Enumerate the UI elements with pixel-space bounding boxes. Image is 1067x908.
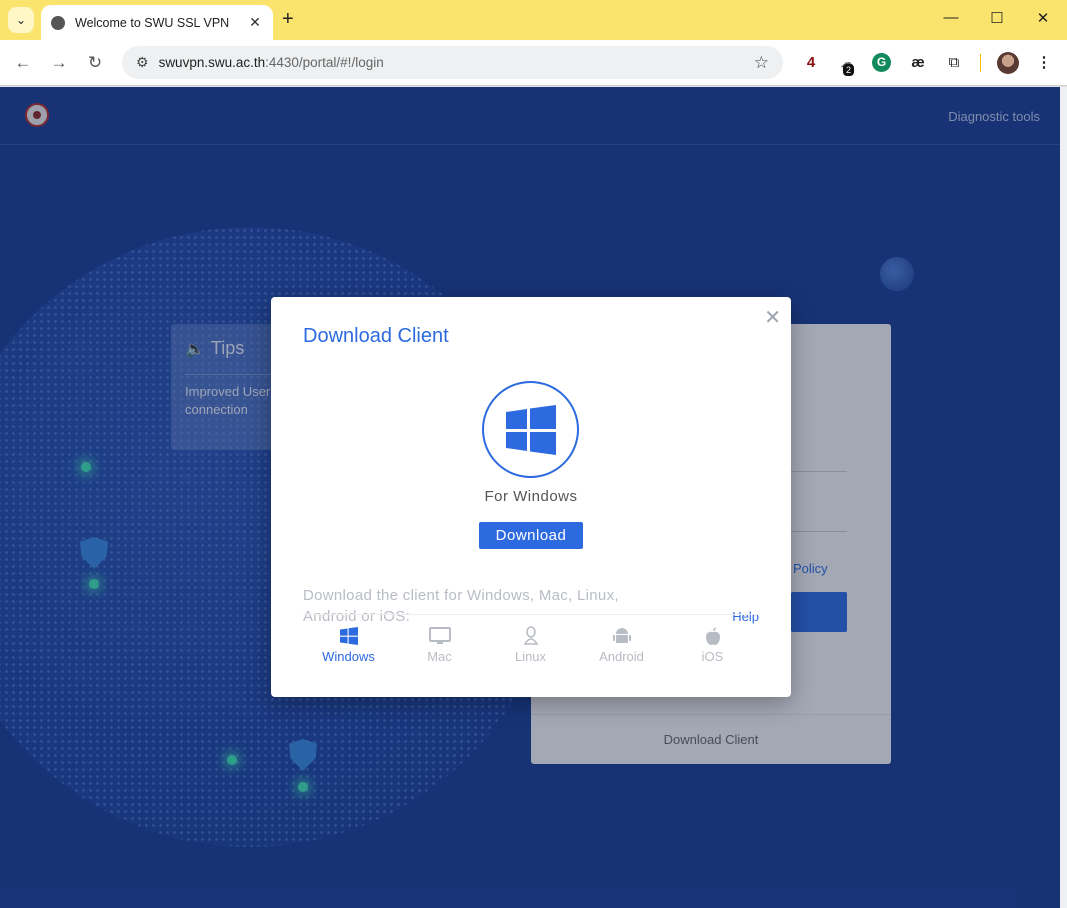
help-link[interactable]: Help bbox=[732, 609, 759, 624]
download-client-modal: ✕ Download Client For Windows Download D… bbox=[271, 297, 791, 697]
maximize-icon[interactable]: ☐ bbox=[985, 9, 1009, 27]
tab-ios[interactable]: iOS bbox=[667, 625, 758, 664]
download-button[interactable]: Download bbox=[479, 522, 583, 549]
windows-icon bbox=[303, 625, 394, 647]
tab-label: Android bbox=[599, 649, 644, 664]
download-description: Download the client for Windows, Mac, Li… bbox=[303, 587, 619, 625]
tab-linux[interactable]: Linux bbox=[485, 625, 576, 664]
forward-icon[interactable]: → bbox=[47, 51, 71, 75]
grammarly-icon[interactable]: G bbox=[872, 53, 891, 72]
tab-label: Mac bbox=[427, 649, 452, 664]
mac-icon bbox=[394, 625, 485, 647]
extension-ae-icon[interactable]: æ bbox=[907, 52, 929, 74]
browser-menu-icon[interactable]: ⋮ bbox=[1033, 52, 1055, 74]
windows-logo-circle bbox=[482, 381, 579, 478]
tab-android[interactable]: Android bbox=[576, 625, 667, 664]
url-text: swuvpn.swu.ac.th:4430/portal/#!/login bbox=[158, 55, 384, 70]
tab-close-icon[interactable]: ✕ bbox=[247, 14, 263, 31]
modal-title: Download Client bbox=[303, 325, 449, 347]
profile-avatar[interactable] bbox=[997, 52, 1019, 74]
globe-icon bbox=[51, 15, 65, 30]
linux-icon bbox=[485, 625, 576, 647]
vpn-page: Diagnostic tools 🔈 Tips Improved User co… bbox=[0, 87, 1060, 908]
os-tabs-divider bbox=[303, 614, 758, 615]
new-tab-button[interactable]: + bbox=[282, 8, 294, 30]
browser-tab[interactable]: Welcome to SWU SSL VPN ✕ bbox=[41, 5, 273, 40]
os-tabs: Windows Mac Linux Android iOS bbox=[303, 625, 758, 664]
reload-icon[interactable]: ↻ bbox=[83, 51, 107, 75]
minimize-icon[interactable]: — bbox=[939, 9, 963, 26]
tab-label: iOS bbox=[701, 649, 724, 664]
browser-tab-bar: ⌄ Welcome to SWU SSL VPN ✕ + — ☐ ✕ bbox=[0, 0, 1067, 40]
tab-search-chevron-icon[interactable]: ⌄ bbox=[8, 7, 34, 33]
tab-label: Windows bbox=[322, 649, 375, 664]
os-label: For Windows bbox=[484, 488, 578, 505]
address-bar[interactable]: ⚙ swuvpn.swu.ac.th:4430/portal/#!/login … bbox=[122, 46, 783, 79]
apple-icon bbox=[667, 625, 758, 647]
browser-toolbar: ← → ↻ ⚙ swuvpn.swu.ac.th:4430/portal/#!/… bbox=[0, 40, 1067, 86]
tab-title: Welcome to SWU SSL VPN bbox=[75, 15, 230, 30]
window-close-icon[interactable]: ✕ bbox=[1031, 9, 1055, 27]
page-right-edge bbox=[1060, 87, 1067, 908]
bookmark-star-icon[interactable]: ☆ bbox=[754, 53, 769, 73]
android-icon bbox=[576, 625, 667, 647]
tab-mac[interactable]: Mac bbox=[394, 625, 485, 664]
site-info-icon[interactable]: ⚙ bbox=[136, 54, 149, 71]
tab-label: Linux bbox=[514, 649, 547, 664]
tab-windows[interactable]: Windows bbox=[303, 625, 394, 664]
back-icon[interactable]: ← bbox=[11, 51, 35, 75]
windows-logo-icon bbox=[505, 404, 556, 455]
modal-close-icon[interactable]: ✕ bbox=[764, 305, 781, 330]
extension-badge: 2 bbox=[843, 64, 855, 76]
extension-4-icon[interactable]: 4 bbox=[800, 52, 822, 74]
toolbar-divider bbox=[980, 54, 981, 72]
extensions-puzzle-icon[interactable]: ⧉ bbox=[943, 52, 965, 74]
